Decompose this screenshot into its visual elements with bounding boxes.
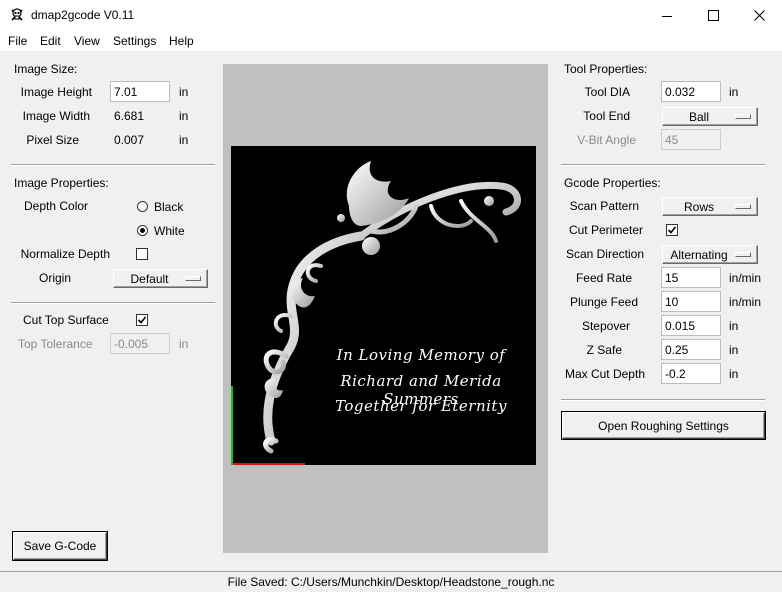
pixel-size-value: 0.007: [114, 133, 145, 147]
engraving-line-1: In Loving Memory of: [336, 346, 506, 364]
normalize-depth-label: Normalize Depth: [20, 247, 110, 261]
feed-rate-field[interactable]: 15: [661, 267, 721, 288]
status-bar: File Saved: C:/Users/Munchkin/Desktop/He…: [0, 571, 782, 592]
close-button[interactable]: [736, 0, 782, 31]
origin-dropdown-value: Default: [130, 272, 169, 286]
scan-direction-dropdown[interactable]: Alternating: [662, 245, 758, 264]
top-tolerance-label: Top Tolerance: [18, 337, 93, 351]
separator: [11, 164, 215, 166]
main-panel: Image Size: Image Height 7.01 in Image W…: [0, 51, 782, 571]
minimize-button[interactable]: [644, 0, 690, 31]
scan-pattern-dropdown[interactable]: Rows: [662, 197, 758, 216]
vbit-angle-label: V-Bit Angle: [577, 133, 636, 147]
menu-edit[interactable]: Edit: [40, 34, 61, 48]
z-safe-unit: in: [729, 343, 739, 357]
top-tolerance-unit: in: [179, 337, 189, 351]
plunge-feed-field[interactable]: 10: [661, 291, 721, 312]
tool-end-dropdown[interactable]: Ball: [662, 107, 758, 126]
tool-dia-label: Tool DIA: [584, 85, 630, 99]
depth-color-white-radio[interactable]: [137, 225, 148, 236]
feed-rate-label: Feed Rate: [575, 271, 632, 285]
plunge-feed-label: Plunge Feed: [569, 295, 638, 309]
minimize-icon: [662, 15, 672, 17]
image-size-heading: Image Size:: [14, 62, 78, 76]
scan-direction-dropdown-value: Alternating: [670, 248, 728, 262]
normalize-depth-checkbox[interactable]: [136, 248, 148, 260]
tool-dia-unit: in: [729, 85, 739, 99]
separator: [561, 164, 765, 166]
menu-help[interactable]: Help: [169, 34, 194, 48]
stepover-unit: in: [729, 319, 739, 333]
depth-color-black-label[interactable]: Black: [154, 200, 183, 214]
save-gcode-button[interactable]: Save G-Code: [13, 532, 107, 560]
close-icon: [753, 10, 765, 21]
image-width-value: 6.681: [114, 109, 145, 123]
tool-end-label: Tool End: [583, 109, 630, 123]
cut-top-surface-label: Cut Top Surface: [23, 313, 109, 327]
max-cut-depth-label: Max Cut Depth: [564, 367, 645, 381]
title-bar: dmap2gcode V0.11: [0, 0, 782, 31]
z-safe-field[interactable]: 0.25: [661, 339, 721, 360]
scan-pattern-dropdown-value: Rows: [683, 200, 714, 214]
preview-canvas[interactable]: In Loving Memory of Richard and Merida S…: [223, 64, 548, 553]
separator: [11, 302, 215, 304]
vbit-angle-field[interactable]: 45: [661, 129, 721, 150]
checkmark-icon: [667, 226, 677, 234]
scan-pattern-label: Scan Pattern: [569, 199, 639, 213]
pixel-size-unit: in: [179, 133, 189, 147]
checkmark-icon: [137, 316, 147, 324]
image-height-unit: in: [179, 85, 189, 99]
image-width-label: Image Width: [22, 109, 90, 123]
maximize-icon: [707, 10, 719, 21]
menu-settings[interactable]: Settings: [113, 34, 156, 48]
engraving-line-3: Together for Eternity: [335, 397, 507, 415]
image-width-unit: in: [179, 109, 189, 123]
image-height-field[interactable]: 7.01: [110, 81, 170, 102]
menu-file[interactable]: File: [8, 34, 27, 48]
depth-color-white-label[interactable]: White: [154, 224, 185, 238]
open-roughing-settings-button[interactable]: Open Roughing Settings: [562, 412, 765, 439]
max-cut-depth-unit: in: [729, 367, 739, 381]
gcode-properties-heading: Gcode Properties:: [564, 176, 661, 190]
tool-end-dropdown-value: Ball: [688, 110, 709, 124]
scan-direction-label: Scan Direction: [565, 247, 644, 261]
menu-bar: File Edit View Settings Help: [0, 31, 782, 51]
tool-dia-field[interactable]: 0.032: [661, 81, 721, 102]
pixel-size-label: Pixel Size: [26, 133, 79, 147]
origin-dropdown[interactable]: Default: [113, 269, 208, 288]
stepover-label: Stepover: [581, 319, 630, 333]
tool-properties-heading: Tool Properties:: [564, 62, 648, 76]
z-safe-label: Z Safe: [586, 343, 622, 357]
open-roughing-settings-label: Open Roughing Settings: [598, 418, 729, 433]
dropdown-indicator-icon: [735, 252, 751, 257]
cut-perimeter-label: Cut Perimeter: [568, 223, 643, 237]
origin-label: Origin: [39, 271, 72, 285]
dropdown-indicator-icon: [735, 114, 751, 119]
window-title: dmap2gcode V0.11: [31, 8, 135, 22]
cut-top-surface-checkbox[interactable]: [136, 314, 148, 326]
dropdown-indicator-icon: [735, 204, 751, 209]
cut-perimeter-checkbox[interactable]: [666, 224, 678, 236]
skull-crossbones-icon: [11, 8, 23, 21]
maximize-button[interactable]: [690, 0, 736, 31]
save-gcode-button-label: Save G-Code: [23, 539, 97, 553]
max-cut-depth-field[interactable]: -0.2: [661, 363, 721, 384]
depth-color-label: Depth Color: [24, 199, 89, 213]
depth-color-black-radio[interactable]: [137, 201, 148, 212]
image-height-label: Image Height: [20, 85, 92, 99]
status-text: File Saved: C:/Users/Munchkin/Desktop/He…: [227, 575, 555, 589]
feed-rate-unit: in/min: [729, 271, 762, 285]
menu-view[interactable]: View: [74, 34, 100, 48]
image-properties-heading: Image Properties:: [14, 176, 109, 190]
ornamental-scroll-image: [231, 161, 521, 465]
dropdown-indicator-icon: [185, 276, 201, 281]
stepover-field[interactable]: 0.015: [661, 315, 721, 336]
separator: [561, 399, 765, 401]
top-tolerance-field[interactable]: -0.005: [110, 333, 170, 354]
plunge-feed-unit: in/min: [729, 295, 762, 309]
depth-map-preview: In Loving Memory of Richard and Merida S…: [231, 146, 536, 465]
